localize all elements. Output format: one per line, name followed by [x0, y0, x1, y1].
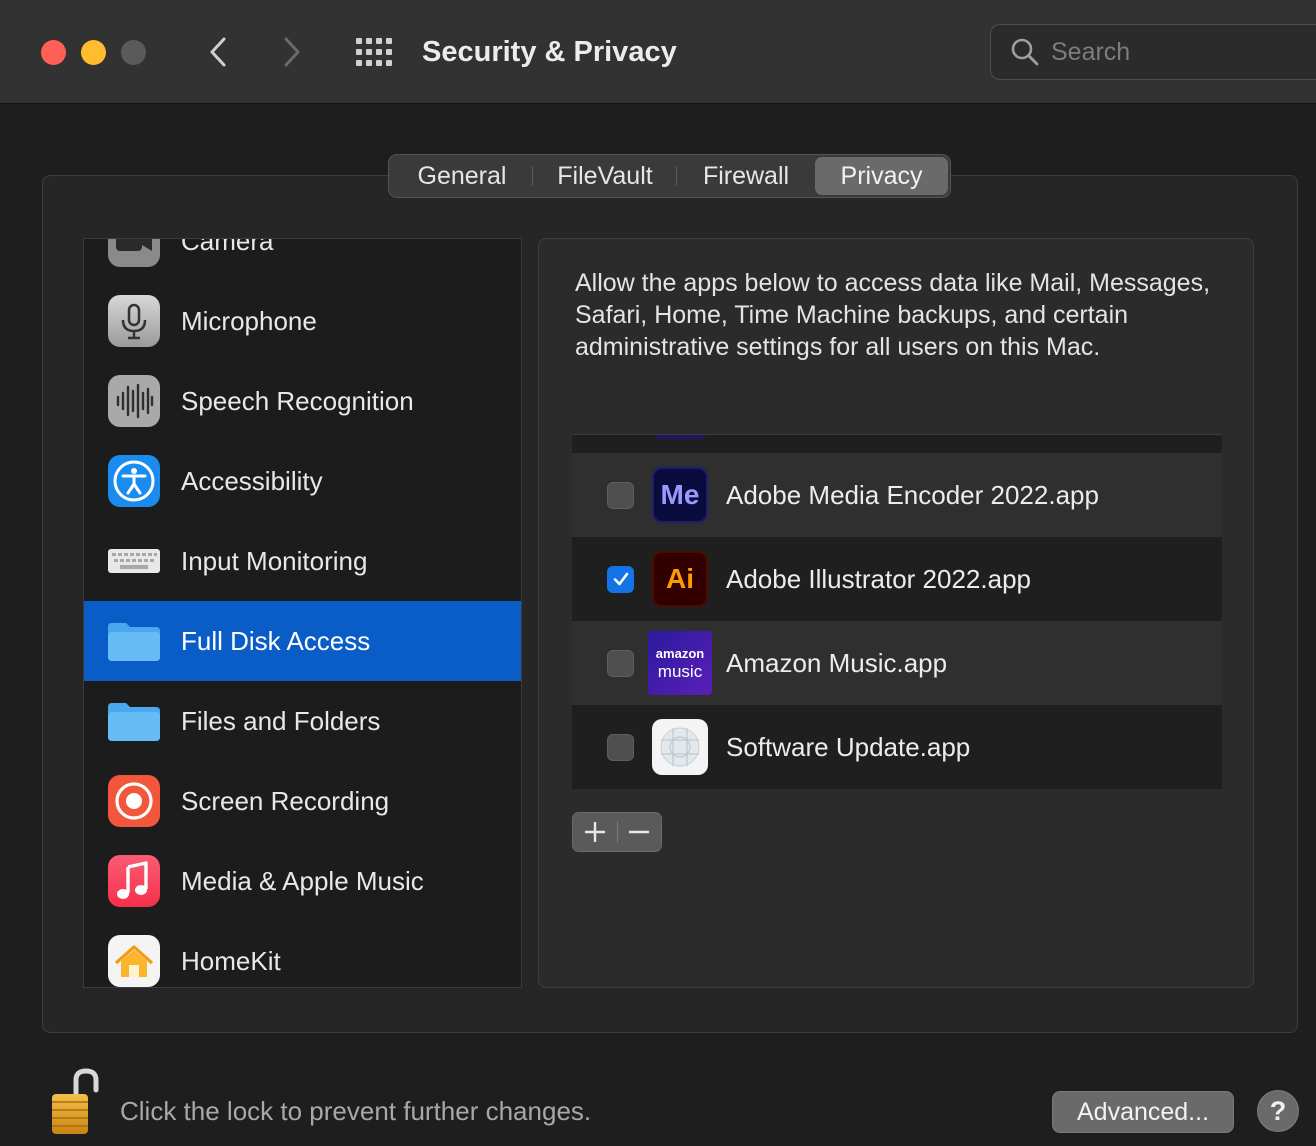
sidebar-item-screen-recording[interactable]: Screen Recording: [84, 761, 521, 841]
help-button[interactable]: ?: [1257, 1090, 1299, 1132]
forward-button[interactable]: [272, 30, 312, 74]
show-all-button[interactable]: [352, 34, 396, 70]
list-item: [572, 435, 1222, 453]
lock-button[interactable]: [46, 1066, 106, 1138]
app-label: Adobe Illustrator 2022.app: [726, 563, 1031, 594]
search-icon: [1011, 38, 1039, 66]
checkbox[interactable]: [607, 649, 634, 677]
sidebar-item-homekit[interactable]: HomeKit: [84, 921, 521, 987]
search-input[interactable]: [1051, 37, 1291, 67]
search-field[interactable]: [990, 24, 1316, 80]
sidebar-item-media-apple-music[interactable]: Media & Apple Music: [84, 841, 521, 921]
tab-bar: General FileVault Firewall Privacy: [388, 154, 951, 198]
sidebar-item-camera[interactable]: Camera: [84, 238, 521, 281]
lock-status-text: Click the lock to prevent further change…: [120, 1096, 592, 1126]
chevron-left-icon: [210, 37, 226, 67]
sidebar-item-files-and-folders[interactable]: Files and Folders: [84, 681, 521, 761]
app-row-adobe-media-encoder[interactable]: Me Adobe Media Encoder 2022.app: [572, 453, 1222, 537]
zoom-button[interactable]: [121, 40, 146, 65]
adobe-media-encoder-icon: Me: [652, 467, 708, 523]
sidebar-item-label: Input Monitoring: [181, 545, 368, 576]
full-disk-access-pane: Allow the apps below to access data like…: [538, 238, 1254, 988]
checkbox[interactable]: [607, 733, 634, 761]
folder-icon: [106, 613, 162, 669]
add-button[interactable]: [573, 813, 617, 851]
sidebar-item-label: Full Disk Access: [181, 625, 371, 656]
waveform-icon: [106, 373, 162, 429]
keyboard-icon: [106, 533, 162, 589]
microphone-icon: [106, 293, 162, 349]
icon-text: Me: [660, 479, 700, 510]
grid-icon: [356, 38, 392, 66]
add-remove-control: [572, 812, 662, 852]
tab-general[interactable]: General: [391, 157, 533, 195]
plus-icon: [584, 822, 605, 842]
app-row-adobe-illustrator[interactable]: Ai Adobe Illustrator 2022.app: [572, 537, 1222, 621]
tab-privacy[interactable]: Privacy: [815, 157, 948, 195]
title-bar: Security & Privacy: [0, 0, 1316, 104]
amazon-music-icon: amazon music: [648, 631, 712, 695]
adobe-illustrator-icon: Ai: [652, 551, 708, 607]
icon-text: Ai: [666, 563, 694, 594]
checkmark-icon: [613, 572, 628, 586]
sidebar-item-input-monitoring[interactable]: Input Monitoring: [84, 521, 521, 601]
icon-text: music: [657, 662, 703, 681]
sidebar-item-label: HomeKit: [181, 945, 281, 976]
folder-icon: [106, 693, 162, 749]
app-list[interactable]: Me Adobe Media Encoder 2022.app Ai Adobe…: [572, 434, 1222, 789]
sidebar-item-microphone[interactable]: Microphone: [84, 281, 521, 361]
minimize-button[interactable]: [81, 40, 106, 65]
remove-button[interactable]: [617, 813, 661, 851]
app-label: Amazon Music.app: [726, 647, 948, 678]
app-icon: [652, 435, 708, 439]
sidebar-item-label: Microphone: [181, 305, 317, 336]
music-note-icon: [106, 853, 162, 909]
back-button[interactable]: [198, 30, 238, 74]
sidebar-item-label: Screen Recording: [181, 785, 390, 816]
close-button[interactable]: [41, 40, 66, 65]
accessibility-icon: [106, 453, 162, 509]
advanced-button[interactable]: Advanced...: [1052, 1091, 1234, 1133]
checkbox[interactable]: [607, 565, 634, 593]
camera-icon: [106, 239, 162, 269]
software-update-icon: [652, 719, 708, 775]
minus-icon: [629, 830, 650, 834]
sidebar-item-speech-recognition[interactable]: Speech Recognition: [84, 361, 521, 441]
sidebar-item-label: Accessibility: [181, 465, 323, 496]
sidebar-item-label: Camera: [181, 238, 274, 256]
app-label: Software Update.app: [726, 731, 971, 762]
home-icon: [106, 933, 162, 987]
privacy-category-list[interactable]: Camera Microphone Speech Recognition Acc…: [83, 238, 522, 988]
app-row-software-update[interactable]: Software Update.app: [572, 705, 1222, 789]
unlocked-padlock-icon: [52, 1068, 99, 1134]
sidebar-item-accessibility[interactable]: Accessibility: [84, 441, 521, 521]
description-text: Allow the apps below to access data like…: [575, 269, 1211, 361]
sidebar-item-label: Speech Recognition: [181, 385, 414, 416]
app-row-amazon-music[interactable]: amazon music Amazon Music.app: [572, 621, 1222, 705]
sidebar-item-full-disk-access[interactable]: Full Disk Access: [84, 601, 521, 681]
app-label: Adobe Media Encoder 2022.app: [726, 479, 1099, 510]
window-title: Security & Privacy: [422, 36, 677, 68]
checkbox[interactable]: [607, 481, 634, 509]
tab-filevault[interactable]: FileVault: [533, 157, 677, 195]
chevron-right-icon: [284, 37, 300, 67]
sidebar-item-label: Media & Apple Music: [181, 865, 424, 896]
icon-text: amazon: [655, 646, 705, 661]
tab-firewall[interactable]: Firewall: [677, 157, 815, 195]
record-icon: [106, 773, 162, 829]
sidebar-item-label: Files and Folders: [181, 705, 381, 736]
